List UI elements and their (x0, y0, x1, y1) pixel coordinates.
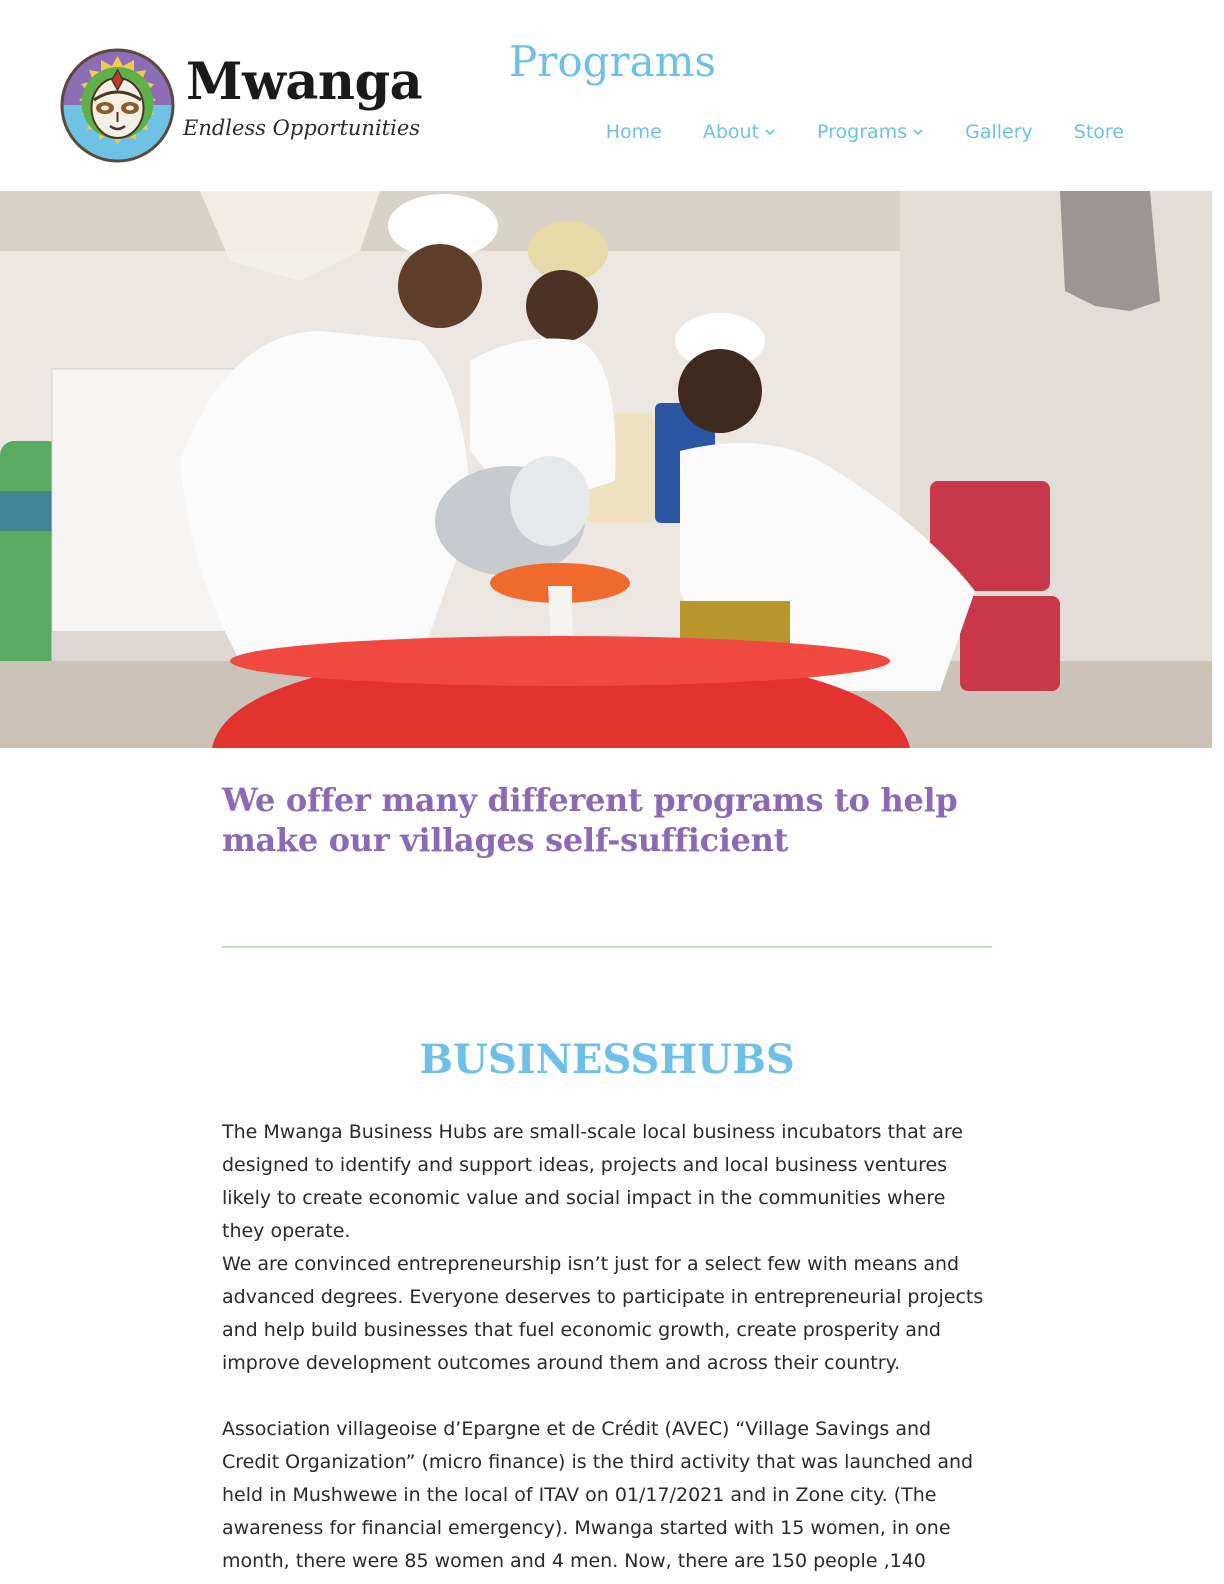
site-logo[interactable]: Mwanga Endless Opportunities (60, 48, 440, 163)
nav-item-about[interactable]: About (703, 118, 776, 146)
logo-tagline: Endless Opportunities (183, 116, 421, 140)
main-content: We offer many different programs to help… (222, 780, 992, 1584)
mwanga-logo-icon (60, 48, 175, 163)
section-body: The Mwanga Business Hubs are small-scale… (222, 1116, 992, 1584)
nav-item-label: Home (605, 121, 662, 143)
nav-item-label: About (702, 121, 760, 143)
nav-item-label: Gallery (965, 121, 1033, 143)
section-divider (222, 946, 992, 948)
section-title: BUSINESSHUBS (419, 1036, 795, 1083)
nav-item-home[interactable]: Home (606, 118, 662, 146)
hero-image (0, 191, 1212, 748)
nav-item-label: Programs (817, 121, 908, 143)
nav-item-store[interactable]: Store (1074, 118, 1124, 146)
logo-wordmark: Mwanga (186, 52, 423, 112)
hero-photo-illustration (0, 191, 1212, 748)
site-header: Mwanga Endless Opportunities Programs Ho… (0, 0, 1224, 191)
nav-item-gallery[interactable]: Gallery (965, 118, 1033, 146)
paragraph: The Mwanga Business Hubs are small-scale… (222, 1121, 963, 1242)
page-title: Programs (509, 37, 717, 86)
paragraph: We are convinced entrepreneurship isn’t … (222, 1253, 984, 1374)
nav-item-label: Store (1073, 121, 1124, 143)
chevron-down-icon (913, 129, 923, 136)
main-nav: Home About Programs Gallery Store (565, 118, 1124, 146)
paragraph: Association villageoise d’Epargne et de … (222, 1418, 974, 1584)
chevron-down-icon (765, 129, 775, 136)
intro-heading: We offer many different programs to help… (222, 781, 958, 859)
nav-item-programs[interactable]: Programs (817, 118, 924, 146)
